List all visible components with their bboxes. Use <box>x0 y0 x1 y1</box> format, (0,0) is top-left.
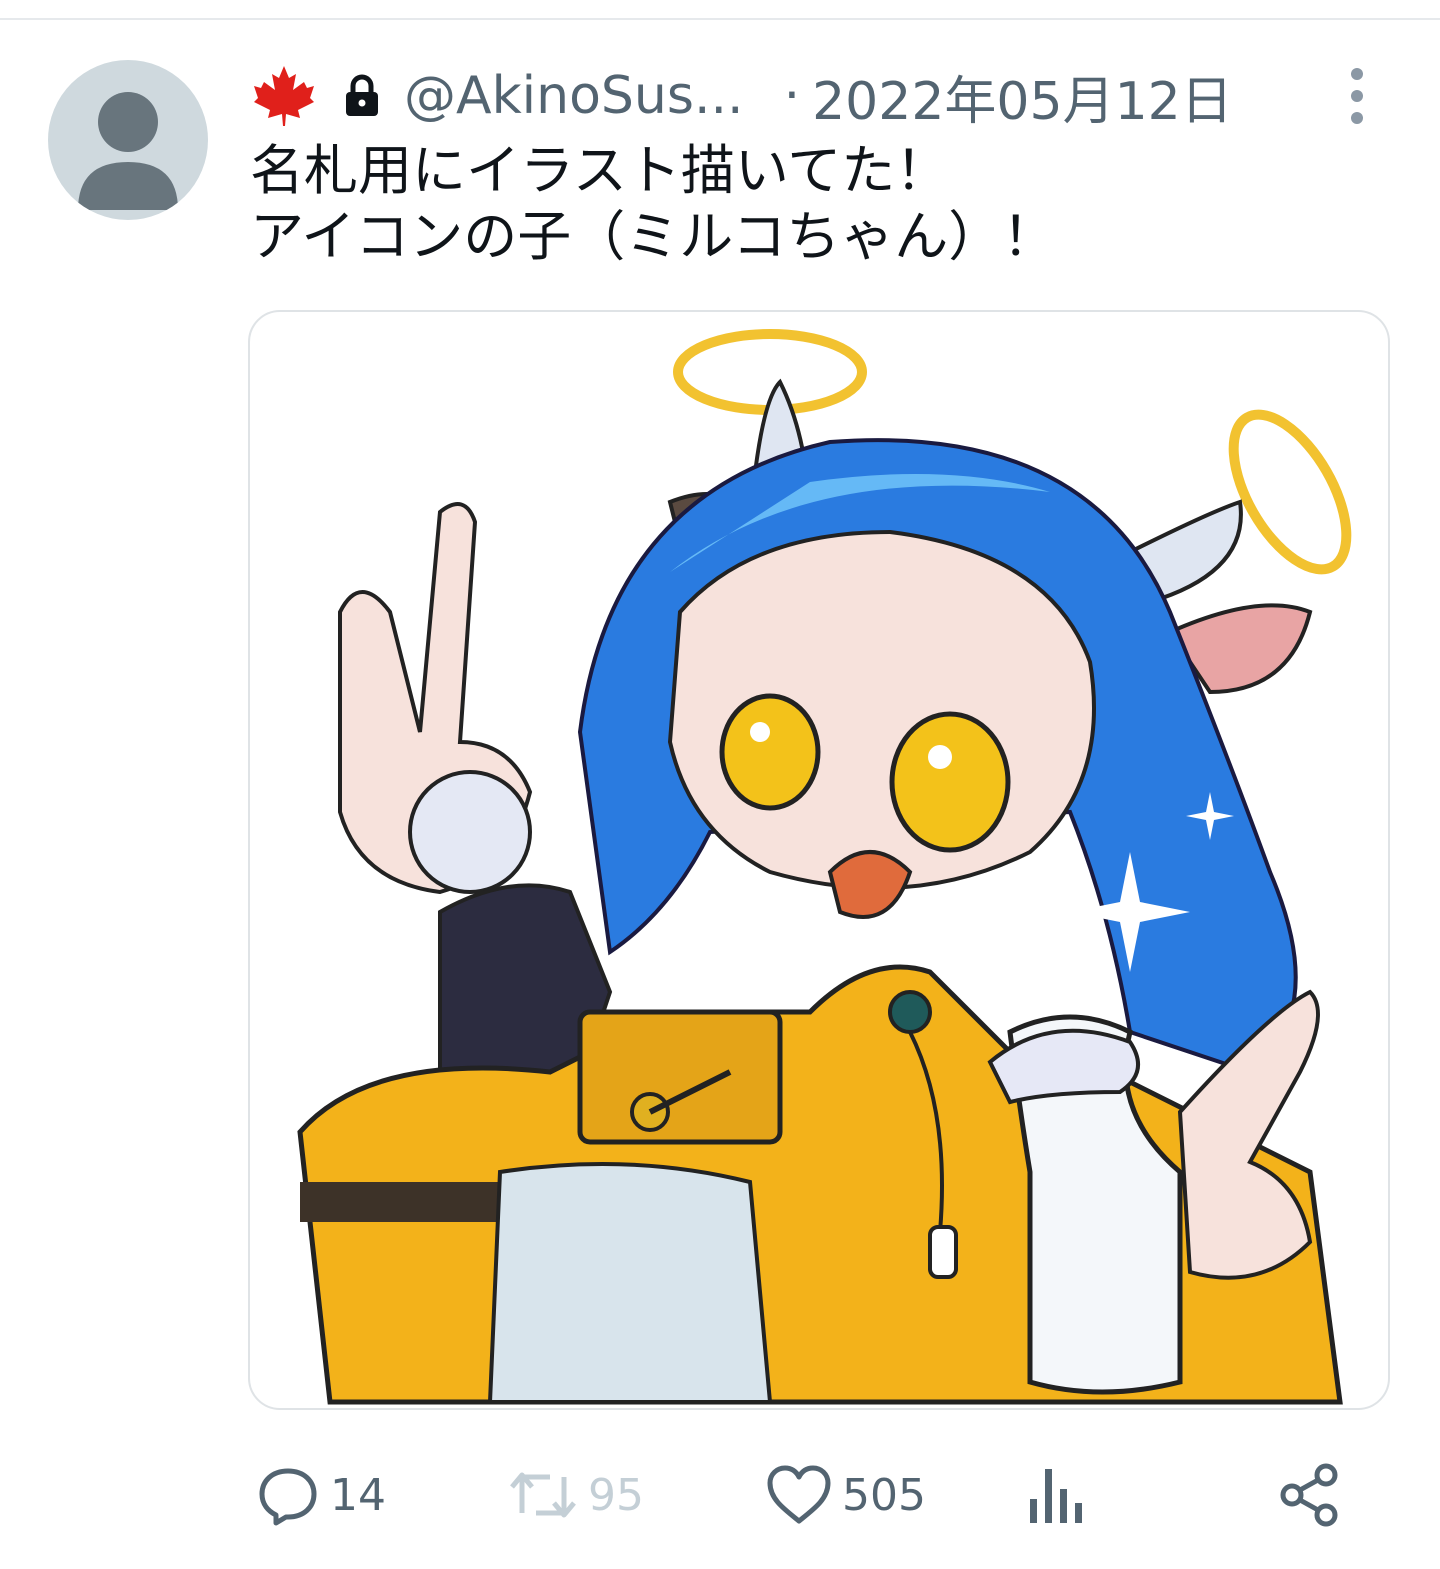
retweet-count: 95 <box>588 1469 644 1521</box>
reply-icon <box>259 1468 317 1526</box>
retweet-button[interactable]: 95 <box>508 1460 644 1530</box>
share-button[interactable] <box>1278 1460 1352 1530</box>
more-vertical-icon[interactable] <box>1342 66 1372 126</box>
views-button[interactable] <box>1026 1460 1096 1530</box>
user-handle[interactable]: @AkinoSus... <box>404 66 744 126</box>
illustration-image <box>297 329 1352 1405</box>
tweet-header: @AkinoSus... · 2022年05月12日 <box>252 60 1392 132</box>
separator-dot: · <box>783 66 801 126</box>
reply-button[interactable]: 14 <box>256 1460 386 1530</box>
avatar[interactable] <box>48 60 208 220</box>
tweet-text-line: 名札用にイラスト描いてた！ <box>250 139 950 202</box>
reply-count: 14 <box>330 1469 386 1521</box>
lock-icon <box>346 74 378 116</box>
default-avatar-icon <box>78 92 178 210</box>
maple-leaf-icon <box>254 66 314 126</box>
heart-icon <box>767 1465 831 1524</box>
retweet-icon <box>510 1472 576 1518</box>
tweet-image[interactable] <box>248 310 1390 1410</box>
bar-chart-icon <box>1030 1469 1082 1523</box>
tweet-text-line: アイコンの子（ミルコちゃん）！ <box>250 205 1057 268</box>
tweet-text: 名札用にイラスト描いてた！ アイコンの子（ミルコちゃん）！ <box>250 138 1390 270</box>
tweet-actions: 14 95 505 <box>0 1450 1440 1540</box>
top-divider <box>0 18 1440 20</box>
tweet-date[interactable]: 2022年05月12日 <box>812 59 1233 134</box>
like-button[interactable]: 505 <box>766 1460 926 1530</box>
share-icon <box>1280 1463 1338 1527</box>
like-count: 505 <box>842 1469 926 1521</box>
